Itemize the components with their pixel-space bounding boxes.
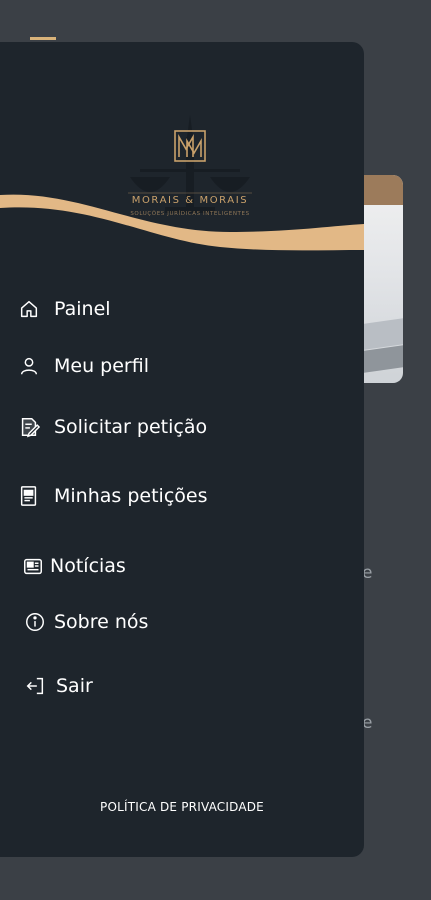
menu-item-label: Minhas petições xyxy=(54,485,208,507)
navigation-drawer: MORAIS & MORAIS SOLUÇÕES JURÍDICAS INTEL… xyxy=(0,42,364,857)
menu-item-label: Sobre nós xyxy=(54,611,149,633)
decorative-wave xyxy=(0,194,364,251)
document-list-icon xyxy=(18,485,40,507)
user-icon xyxy=(18,355,40,377)
newspaper-icon xyxy=(22,555,44,577)
menu-item-sobre-nos[interactable]: Sobre nós xyxy=(24,611,148,633)
menu-item-minhas-peticoes[interactable]: Minhas petições xyxy=(18,485,207,507)
privacy-policy-link[interactable]: POLÍTICA DE PRIVACIDADE xyxy=(0,800,364,814)
info-icon xyxy=(24,611,46,633)
menu-item-label: Meu perfil xyxy=(54,355,149,377)
home-icon xyxy=(18,298,40,320)
menu-item-label: Solicitar petição xyxy=(54,416,208,438)
menu-item-sair[interactable]: Sair xyxy=(24,675,93,697)
menu-item-label: Painel xyxy=(54,298,111,320)
document-edit-icon xyxy=(18,416,40,438)
logout-icon xyxy=(24,675,46,697)
menu-item-noticias[interactable]: Notícias xyxy=(22,555,126,577)
menu-item-label: Notícias xyxy=(50,555,126,577)
menu-item-painel[interactable]: Painel xyxy=(18,298,111,320)
menu-item-solicitar-peticao[interactable]: Solicitar petição xyxy=(18,416,207,438)
menu-item-meu-perfil[interactable]: Meu perfil xyxy=(18,355,149,377)
background-accent-line xyxy=(30,37,56,40)
menu-item-label: Sair xyxy=(56,675,93,697)
